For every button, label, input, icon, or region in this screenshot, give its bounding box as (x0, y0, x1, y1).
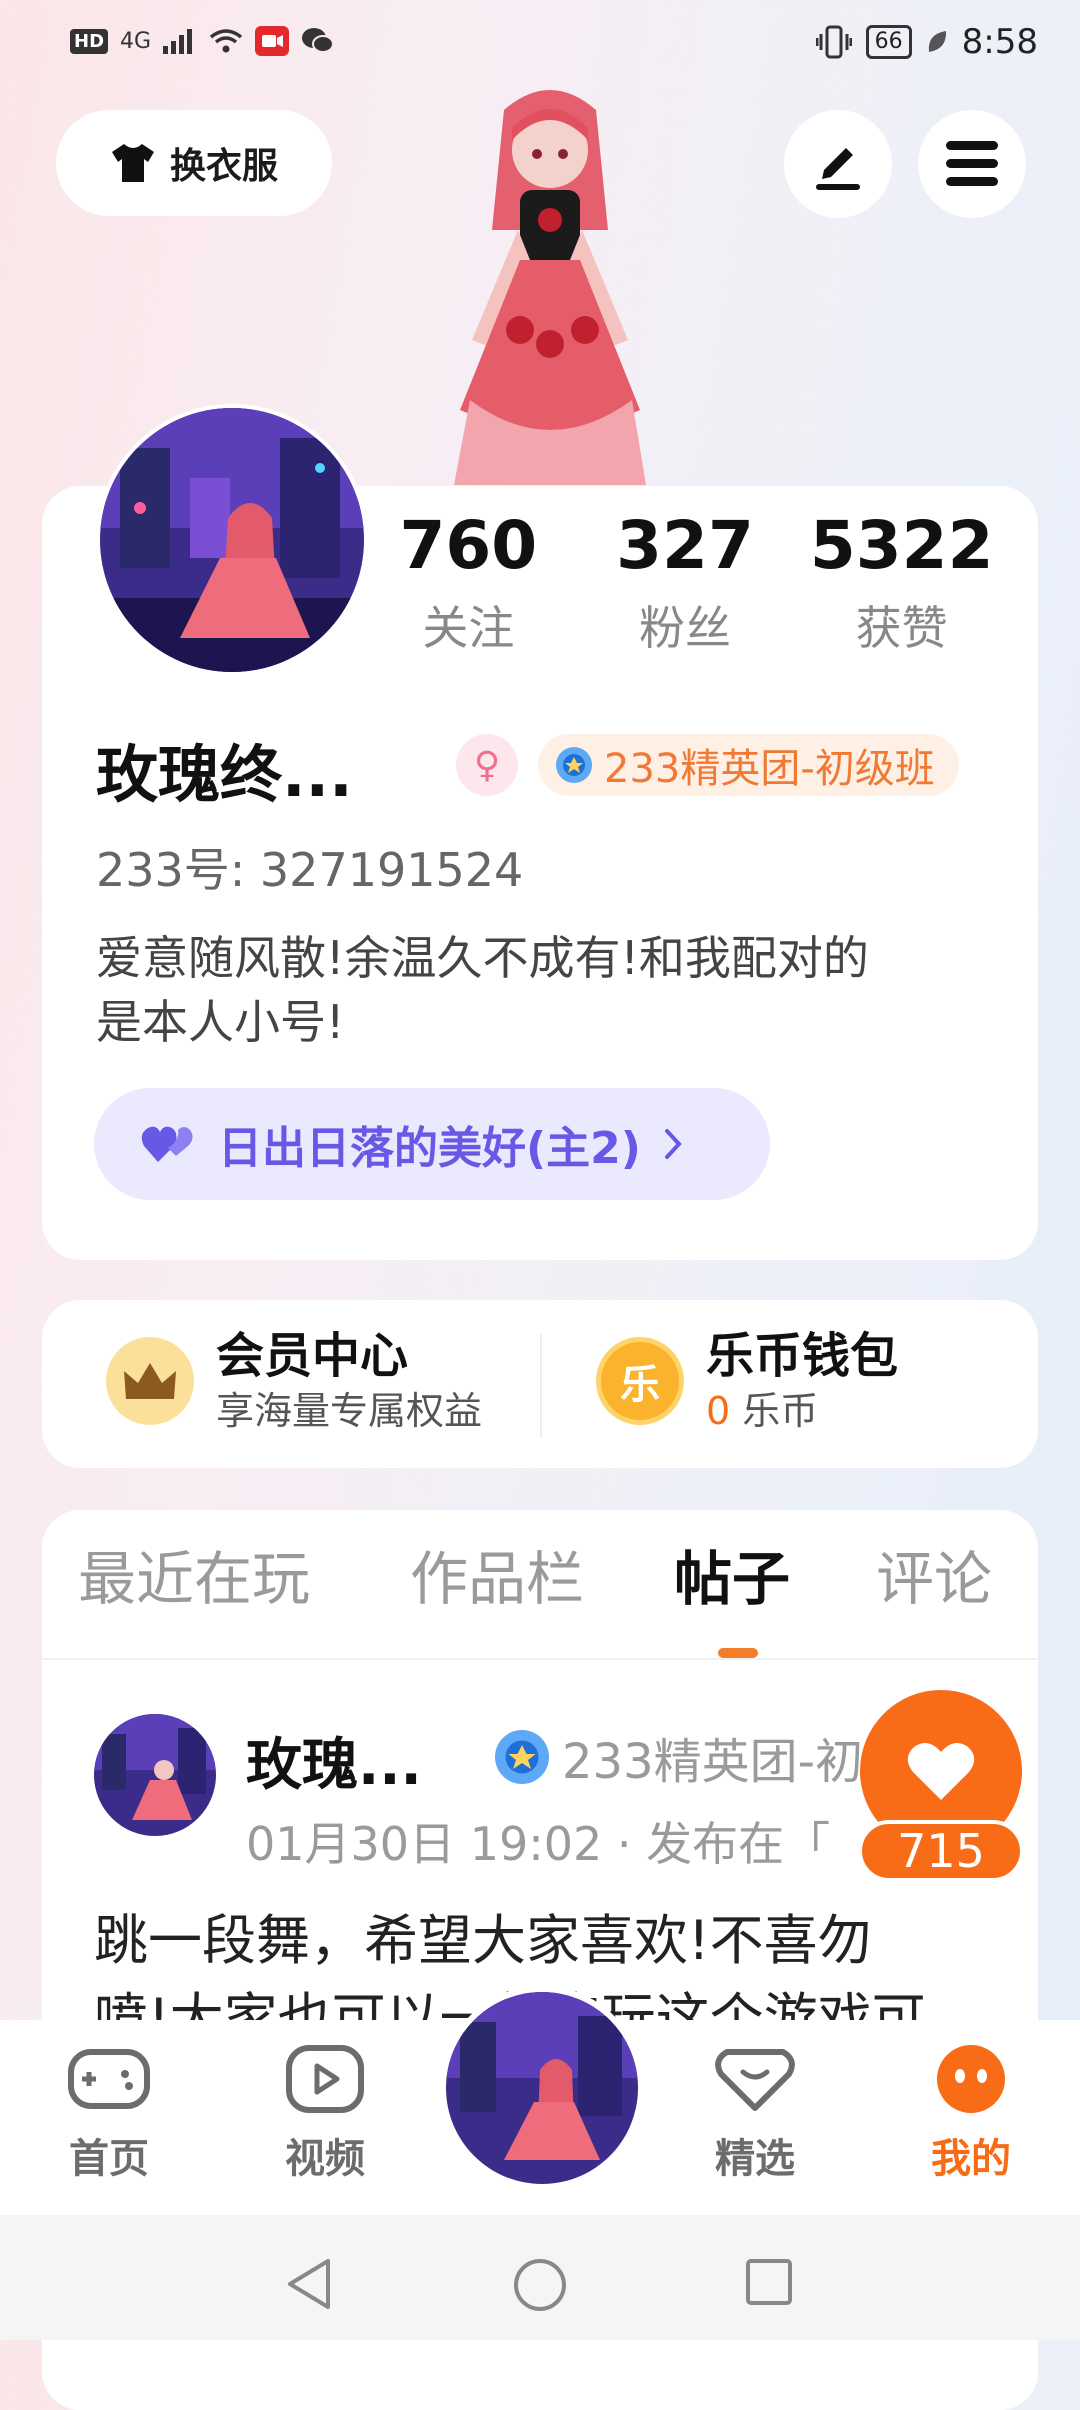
video-record-icon (255, 26, 290, 56)
play-icon (286, 2045, 364, 2113)
vibrate-icon (815, 25, 852, 59)
tab-comments[interactable]: 评论 (876, 1532, 992, 1616)
member-wallet-card: 会员中心 享海量专属权益 乐 乐币钱包 0 乐币 (42, 1300, 1038, 1468)
menu-icon (946, 141, 998, 186)
leaf-icon (928, 31, 946, 52)
system-nav-bar (0, 2215, 1080, 2340)
wallet-entry[interactable]: 乐 乐币钱包 0 乐币 (596, 1326, 898, 1436)
coin-icon: 乐 (596, 1337, 684, 1425)
heart-icon (907, 1743, 975, 1800)
stat-likes-count: 5322 (809, 507, 994, 584)
pen-icon (816, 148, 860, 190)
nav-featured-label: 精选 (715, 2136, 795, 2182)
profile-stats: 760 关注 327 粉丝 5322 获赞 (360, 504, 1010, 658)
active-tab-indicator (718, 1648, 758, 1658)
post-timestamp: 01月30日 19:02 · 发布在「 (246, 1817, 831, 1871)
tab-works[interactable]: 作品栏 (410, 1532, 584, 1616)
nav-video-label: 视频 (285, 2136, 365, 2182)
stat-fans-count: 327 (616, 507, 754, 584)
change-outfit-label: 换衣服 (169, 146, 278, 187)
post-author-name[interactable]: 玫瑰... (246, 1720, 422, 1801)
bio: 爱意随风散!余温久不成有!和我配对的 是本人小号! (96, 926, 996, 1054)
gender-female-icon: ♀ (456, 734, 518, 796)
status-left: HD 4G (70, 26, 335, 56)
vip-center-entry[interactable]: 会员中心 享海量专属权益 (106, 1326, 482, 1436)
battery-indicator: 66 (865, 25, 912, 59)
nav-featured[interactable]: 精选 (690, 2044, 820, 2184)
home-icon[interactable] (512, 2257, 568, 2313)
tshirt-icon (111, 144, 154, 182)
back-icon[interactable] (284, 2257, 334, 2311)
post-author-avatar[interactable] (94, 1714, 216, 1836)
hd-indicator: HD (70, 28, 109, 54)
wallet-title: 乐币钱包 (706, 1328, 899, 1384)
post-text-line: 跳一段舞，希望大家喜欢!不喜勿 (94, 1909, 872, 1972)
signal-icon (163, 29, 193, 54)
vip-subtitle: 享海量专属权益 (216, 1389, 483, 1433)
post-author-avatar-image (94, 1714, 216, 1836)
chevron-right-icon (664, 1129, 682, 1159)
wifi-icon (209, 29, 243, 53)
crown-icon (106, 1337, 194, 1425)
wallet-unit: 乐币 (742, 1389, 819, 1433)
elite-badge[interactable]: 233精英团-初级班 (538, 734, 959, 796)
profile-avatar-image (100, 408, 364, 672)
couple-label: 日出日落的美好(主2) (218, 1123, 641, 1174)
stat-likes[interactable]: 5322 获赞 (793, 504, 1010, 658)
bio-line: 爱意随风散!余温久不成有!和我配对的 (96, 931, 869, 985)
nav-home[interactable]: 首页 (44, 2044, 174, 2184)
stat-fans[interactable]: 327 粉丝 (577, 504, 794, 658)
status-right: 66 8:58 (815, 22, 1038, 62)
elite-medal-icon (556, 747, 592, 783)
stat-following-label: 关注 (422, 601, 515, 655)
nav-center-avatar[interactable] (440, 1986, 644, 2190)
edit-profile-button[interactable] (784, 110, 892, 218)
profile-avatar[interactable] (96, 404, 368, 676)
heart-chat-icon (715, 2049, 795, 2111)
nav-center-avatar-image (446, 1992, 638, 2184)
clock: 8:58 (961, 22, 1038, 62)
coin-icon-label: 乐 (620, 1362, 660, 1408)
double-heart-icon (141, 1126, 193, 1162)
nav-video[interactable]: 视频 (260, 2044, 390, 2184)
elite-medal-icon (495, 1730, 549, 1784)
wallet-amount: 0 (706, 1389, 731, 1433)
tab-posts[interactable]: 帖子 (674, 1532, 790, 1616)
avatar-character[interactable] (420, 80, 680, 485)
divider (42, 1658, 1038, 1660)
status-bar: HD 4G 66 8:58 (0, 0, 1080, 92)
recents-icon[interactable] (744, 2257, 794, 2307)
user-id[interactable]: 233号: 327191524 (96, 834, 523, 900)
profile-tabs: 最近在玩 作品栏 帖子 评论 (42, 1532, 1038, 1644)
gamepad-icon (68, 2049, 150, 2109)
menu-button[interactable] (918, 110, 1026, 218)
wechat-icon (302, 28, 335, 53)
vip-title: 会员中心 (216, 1328, 409, 1384)
wallet-balance: 0 乐币 (706, 1386, 898, 1436)
stat-likes-label: 获赞 (855, 601, 948, 655)
tab-recent-play[interactable]: 最近在玩 (78, 1532, 310, 1616)
change-outfit-button[interactable]: 换衣服 (56, 110, 332, 216)
nav-mine[interactable]: 我的 (906, 2044, 1036, 2184)
stat-following-count: 760 (399, 507, 538, 584)
nickname: 玫瑰终... (96, 738, 353, 811)
nav-home-label: 首页 (69, 2136, 149, 2182)
nav-mine-label: 我的 (931, 2136, 1011, 2182)
couple-link[interactable]: 日出日落的美好(主2) (94, 1088, 770, 1200)
network-type: 4G (120, 28, 152, 54)
elite-badge-label: 233精英团-初级班 (604, 746, 935, 792)
like-count: 715 (858, 1820, 1024, 1882)
face-icon (937, 2045, 1005, 2113)
stat-fans-label: 粉丝 (639, 601, 731, 655)
stat-following[interactable]: 760 关注 (360, 504, 577, 658)
divider (540, 1334, 542, 1438)
bio-line: 是本人小号! (96, 995, 345, 1049)
